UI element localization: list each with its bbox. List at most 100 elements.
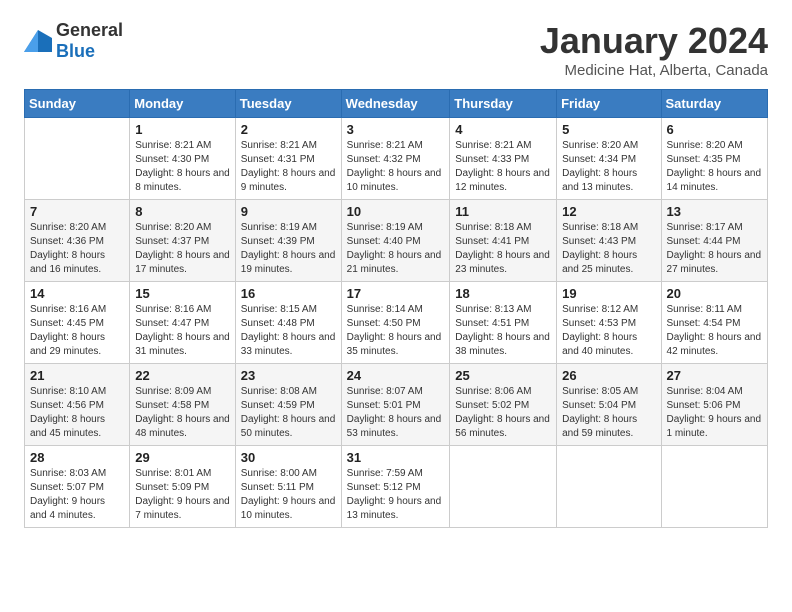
calendar-cell <box>450 446 557 528</box>
calendar-cell: 12 Sunrise: 8:18 AMSunset: 4:43 PMDayligh… <box>557 200 661 282</box>
day-info: Sunrise: 8:18 AMSunset: 4:43 PMDaylight:… <box>562 221 655 277</box>
calendar-cell: 17 Sunrise: 8:14 AMSunset: 4:50 PMDayligh… <box>341 282 450 364</box>
calendar-cell: 9 Sunrise: 8:19 AMSunset: 4:39 PMDaylight… <box>235 200 341 282</box>
day-number: 31 <box>347 450 445 465</box>
calendar-cell: 16 Sunrise: 8:15 AMSunset: 4:48 PMDayligh… <box>235 282 341 364</box>
day-number: 20 <box>667 286 762 301</box>
day-info: Sunrise: 8:20 AMSunset: 4:35 PMDaylight:… <box>667 139 762 195</box>
day-number: 14 <box>30 286 124 301</box>
calendar-cell: 8Sunrise: 8:20 AMSunset: 4:37 PMDaylight… <box>130 200 236 282</box>
weekday-header-sunday: Sunday <box>25 90 130 118</box>
day-info: Sunrise: 8:05 AMSunset: 5:04 PMDaylight:… <box>562 385 655 441</box>
day-info: Sunrise: 8:20 AMSunset: 4:36 PMDaylight:… <box>30 221 124 277</box>
day-info: Sunrise: 8:08 AMSunset: 4:59 PMDaylight:… <box>241 385 336 441</box>
calendar-cell: 20 Sunrise: 8:11 AMSunset: 4:54 PMDayligh… <box>661 282 767 364</box>
day-number: 7 <box>30 204 124 219</box>
logo-general: General <box>56 20 123 40</box>
day-number: 4 <box>455 122 551 137</box>
day-number: 12 <box>562 204 655 219</box>
calendar-cell: 27Sunrise: 8:04 AMSunset: 5:06 PMDayligh… <box>661 364 767 446</box>
day-info: Sunrise: 8:17 AMSunset: 4:44 PMDaylight:… <box>667 221 762 277</box>
day-info: Sunrise: 8:13 AMSunset: 4:51 PMDaylight:… <box>455 303 551 359</box>
day-info: Sunrise: 8:07 AMSunset: 5:01 PMDaylight:… <box>347 385 445 441</box>
day-number: 21 <box>30 368 124 383</box>
day-number: 29 <box>135 450 230 465</box>
location-subtitle: Medicine Hat, Alberta, Canada <box>540 62 768 79</box>
day-info: Sunrise: 8:19 AMSunset: 4:39 PMDaylight:… <box>241 221 336 277</box>
calendar-cell: 24 Sunrise: 8:07 AMSunset: 5:01 PMDayligh… <box>341 364 450 446</box>
logo: General Blue <box>24 20 123 62</box>
day-number: 3 <box>347 122 445 137</box>
calendar-cell: 25 Sunrise: 8:06 AMSunset: 5:02 PMDayligh… <box>450 364 557 446</box>
calendar-cell: 10 Sunrise: 8:19 AMSunset: 4:40 PMDayligh… <box>341 200 450 282</box>
day-number: 1 <box>135 122 230 137</box>
calendar-table: SundayMondayTuesdayWednesdayThursdayFrid… <box>24 89 768 528</box>
weekday-header-wednesday: Wednesday <box>341 90 450 118</box>
day-info: Sunrise: 8:12 AMSunset: 4:53 PMDaylight:… <box>562 303 655 359</box>
calendar-cell: 13Sunrise: 8:17 AMSunset: 4:44 PMDayligh… <box>661 200 767 282</box>
day-info: Sunrise: 8:15 AMSunset: 4:48 PMDaylight:… <box>241 303 336 359</box>
day-number: 16 <box>241 286 336 301</box>
calendar-week-row: 1 Sunrise: 8:21 AMSunset: 4:30 PMDaylight… <box>25 118 768 200</box>
day-info: Sunrise: 8:16 AMSunset: 4:45 PMDaylight:… <box>30 303 124 359</box>
calendar-week-row: 21 Sunrise: 8:10 AMSunset: 4:56 PMDayligh… <box>25 364 768 446</box>
calendar-cell: 4Sunrise: 8:21 AMSunset: 4:33 PMDaylight… <box>450 118 557 200</box>
day-number: 5 <box>562 122 655 137</box>
day-info: Sunrise: 8:00 AMSunset: 5:11 PMDaylight:… <box>241 467 336 523</box>
day-number: 17 <box>347 286 445 301</box>
calendar-cell: 23 Sunrise: 8:08 AMSunset: 4:59 PMDayligh… <box>235 364 341 446</box>
weekday-header-saturday: Saturday <box>661 90 767 118</box>
day-number: 6 <box>667 122 762 137</box>
day-info: Sunrise: 8:14 AMSunset: 4:50 PMDaylight:… <box>347 303 445 359</box>
day-number: 19 <box>562 286 655 301</box>
day-info: Sunrise: 8:19 AMSunset: 4:40 PMDaylight:… <box>347 221 445 277</box>
weekday-header-row: SundayMondayTuesdayWednesdayThursdayFrid… <box>25 90 768 118</box>
day-number: 2 <box>241 122 336 137</box>
calendar-cell: 6 Sunrise: 8:20 AMSunset: 4:35 PMDaylight… <box>661 118 767 200</box>
calendar-cell: 31Sunrise: 7:59 AMSunset: 5:12 PMDayligh… <box>341 446 450 528</box>
calendar-cell: 18 Sunrise: 8:13 AMSunset: 4:51 PMDayligh… <box>450 282 557 364</box>
calendar-cell: 21 Sunrise: 8:10 AMSunset: 4:56 PMDayligh… <box>25 364 130 446</box>
day-info: Sunrise: 8:01 AMSunset: 5:09 PMDaylight:… <box>135 467 230 523</box>
calendar-cell: 29 Sunrise: 8:01 AMSunset: 5:09 PMDayligh… <box>130 446 236 528</box>
header: General Blue January 2024 Medicine Hat, … <box>24 20 768 79</box>
day-info: Sunrise: 8:03 AMSunset: 5:07 PMDaylight:… <box>30 467 124 523</box>
day-number: 24 <box>347 368 445 383</box>
day-number: 28 <box>30 450 124 465</box>
day-number: 30 <box>241 450 336 465</box>
calendar-cell: 19 Sunrise: 8:12 AMSunset: 4:53 PMDayligh… <box>557 282 661 364</box>
day-info: Sunrise: 8:20 AMSunset: 4:37 PMDaylight:… <box>135 221 230 277</box>
day-number: 25 <box>455 368 551 383</box>
logo-icon <box>24 30 52 52</box>
day-info: Sunrise: 8:09 AMSunset: 4:58 PMDaylight:… <box>135 385 230 441</box>
day-number: 27 <box>667 368 762 383</box>
calendar-cell: 22Sunrise: 8:09 AMSunset: 4:58 PMDayligh… <box>130 364 236 446</box>
calendar-cell: 7 Sunrise: 8:20 AMSunset: 4:36 PMDaylight… <box>25 200 130 282</box>
day-info: Sunrise: 8:16 AMSunset: 4:47 PMDaylight:… <box>135 303 230 359</box>
calendar-cell <box>661 446 767 528</box>
day-number: 10 <box>347 204 445 219</box>
day-number: 18 <box>455 286 551 301</box>
calendar-cell: 26 Sunrise: 8:05 AMSunset: 5:04 PMDayligh… <box>557 364 661 446</box>
day-info: Sunrise: 8:21 AMSunset: 4:32 PMDaylight:… <box>347 139 445 195</box>
day-info: Sunrise: 8:11 AMSunset: 4:54 PMDaylight:… <box>667 303 762 359</box>
calendar-cell: 28 Sunrise: 8:03 AMSunset: 5:07 PMDayligh… <box>25 446 130 528</box>
calendar-cell: 2Sunrise: 8:21 AMSunset: 4:31 PMDaylight… <box>235 118 341 200</box>
weekday-header-tuesday: Tuesday <box>235 90 341 118</box>
calendar-cell <box>25 118 130 200</box>
calendar-week-row: 7 Sunrise: 8:20 AMSunset: 4:36 PMDaylight… <box>25 200 768 282</box>
weekday-header-monday: Monday <box>130 90 236 118</box>
weekday-header-thursday: Thursday <box>450 90 557 118</box>
day-info: Sunrise: 8:06 AMSunset: 5:02 PMDaylight:… <box>455 385 551 441</box>
day-number: 23 <box>241 368 336 383</box>
day-info: Sunrise: 8:21 AMSunset: 4:30 PMDaylight:… <box>135 139 230 195</box>
calendar-cell: 14 Sunrise: 8:16 AMSunset: 4:45 PMDayligh… <box>25 282 130 364</box>
calendar-cell: 5Sunrise: 8:20 AMSunset: 4:34 PMDaylight… <box>557 118 661 200</box>
calendar-week-row: 14 Sunrise: 8:16 AMSunset: 4:45 PMDayligh… <box>25 282 768 364</box>
day-number: 9 <box>241 204 336 219</box>
day-number: 26 <box>562 368 655 383</box>
day-info: Sunrise: 8:10 AMSunset: 4:56 PMDaylight:… <box>30 385 124 441</box>
calendar-week-row: 28 Sunrise: 8:03 AMSunset: 5:07 PMDayligh… <box>25 446 768 528</box>
weekday-header-friday: Friday <box>557 90 661 118</box>
calendar-cell: 30 Sunrise: 8:00 AMSunset: 5:11 PMDayligh… <box>235 446 341 528</box>
